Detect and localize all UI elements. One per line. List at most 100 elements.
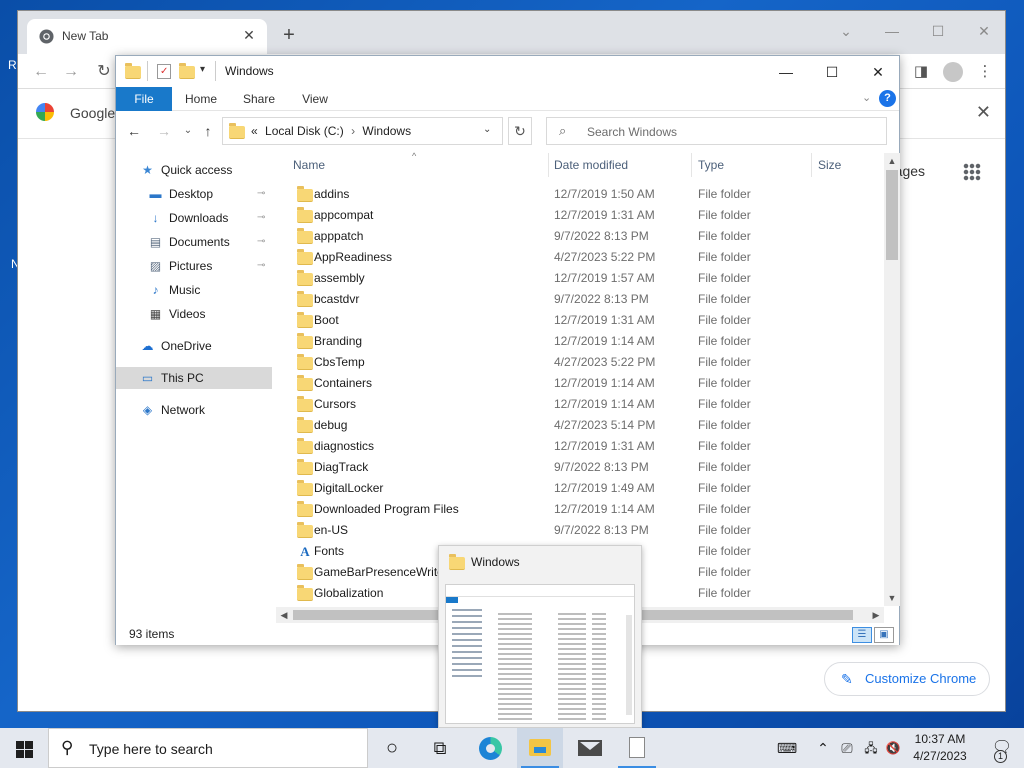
chrome-menu-icon[interactable]: ⋮ [974,61,996,83]
show-hidden-icons-chevron-icon[interactable]: ⌃ [812,728,834,768]
file-row[interactable]: DiagTrack 9/7/2022 8:13 PM File folder [276,457,876,478]
volume-muted-icon[interactable]: 🔇 [882,728,904,768]
column-divider[interactable] [548,153,549,177]
file-row[interactable]: Downloaded Program Files 12/7/2019 1:14 A… [276,499,876,520]
google-apps-grid-icon[interactable] [963,163,981,181]
column-header-size[interactable]: Size [818,158,841,172]
taskbar-thumbnail-preview[interactable]: Windows [438,545,642,728]
column-header-date[interactable]: Date modified [554,158,628,172]
scroll-up-arrow-icon[interactable]: ▲ [884,153,900,169]
scroll-down-arrow-icon[interactable]: ▼ [884,590,900,606]
taskbar-search-box[interactable]: ⚲ Type here to search [48,728,368,768]
file-row[interactable]: AppReadiness 4/27/2023 5:22 PM File folder [276,247,876,268]
tab-close-icon[interactable]: ✕ [241,27,257,43]
nav-item-pictures[interactable]: ▨ Pictures ⊸ [116,255,272,277]
ribbon-expand-chevron-icon[interactable]: ⌄ [862,91,871,104]
notepad-icon[interactable] [614,728,660,768]
column-header-type[interactable]: Type [698,158,724,172]
side-panel-icon[interactable]: ◨ [910,61,932,83]
chrome-close-button[interactable]: ✕ [961,17,1007,45]
file-row[interactable]: appcompat 12/7/2019 1:31 AM File folder [276,205,876,226]
explorer-maximize-button[interactable]: ☐ [809,58,855,86]
vertical-scrollbar[interactable]: ▲ ▼ [884,153,900,606]
chrome-minimize-button[interactable]: — [869,17,915,45]
file-row[interactable]: Boot 12/7/2019 1:31 AM File folder [276,310,876,331]
new-tab-button[interactable]: + [278,25,300,47]
file-row[interactable]: assembly 12/7/2019 1:57 AM File folder [276,268,876,289]
tab-share[interactable]: Share [236,87,282,111]
file-row[interactable]: bcastdvr 9/7/2022 8:13 PM File folder [276,289,876,310]
customize-chrome-button[interactable]: ✎ Customize Chrome [824,662,990,696]
breadcrumb-overflow[interactable]: « [251,124,258,138]
explorer-close-button[interactable]: ✕ [855,58,901,86]
tab-file[interactable]: File [116,87,172,111]
file-row[interactable]: addins 12/7/2019 1:50 AM File folder [276,184,876,205]
forward-arrow-icon[interactable]: → [60,61,82,83]
nav-item-downloads[interactable]: ↓ Downloads ⊸ [116,207,272,229]
tab-view[interactable]: View [292,87,338,111]
edge-icon[interactable] [467,728,513,768]
nav-item-desktop[interactable]: ▬ Desktop ⊸ [116,183,272,205]
forward-arrow-icon[interactable]: → [155,122,173,140]
tab-home[interactable]: Home [178,87,224,111]
file-row[interactable]: debug 4/27/2023 5:14 PM File folder [276,415,876,436]
google-label[interactable]: Google [70,105,115,121]
up-arrow-icon[interactable]: ↑ [199,122,217,140]
properties-icon[interactable]: ✓ [157,64,171,79]
file-row[interactable]: diagnostics 12/7/2019 1:31 AM File folder [276,436,876,457]
task-view-icon[interactable]: ⧉ [417,728,463,768]
nav-item-onedrive[interactable]: ☁ OneDrive [116,335,272,357]
mail-icon[interactable] [566,728,612,768]
breadcrumb-item-local-disk[interactable]: Local Disk (C:) [265,124,344,138]
nav-item-videos[interactable]: ▦ Videos [116,303,272,325]
file-row[interactable]: apppatch 9/7/2022 8:13 PM File folder [276,226,876,247]
breadcrumb-separator-icon[interactable]: › [351,124,355,138]
nav-item-music[interactable]: ♪ Music [116,279,272,301]
scroll-left-arrow-icon[interactable]: ◀ [276,607,292,623]
file-row[interactable]: Branding 12/7/2019 1:14 AM File folder [276,331,876,352]
reload-icon[interactable]: ↻ [93,61,115,83]
vertical-scroll-thumb[interactable] [886,170,898,260]
explorer-minimize-button[interactable]: — [763,58,809,86]
column-divider[interactable] [691,153,692,177]
address-bar[interactable]: « Local Disk (C:) › Windows ⌄ [222,117,503,145]
address-dropdown-chevron-icon[interactable]: ⌄ [483,124,491,135]
new-folder-icon[interactable] [179,63,195,80]
details-view-icon[interactable]: ☰ [852,627,872,643]
refresh-button[interactable]: ↻ [508,117,532,145]
help-icon[interactable]: ? [879,90,896,107]
chrome-maximize-button[interactable]: ☐ [915,17,961,45]
pin-icon[interactable]: ⊸ [257,255,265,277]
pin-icon[interactable]: ⊸ [257,231,265,253]
chrome-tab-new-tab[interactable]: New Tab ✕ [27,19,267,54]
large-icons-view-icon[interactable]: ▣ [874,627,894,643]
back-arrow-icon[interactable]: ← [125,122,143,140]
back-arrow-icon[interactable]: ← [30,61,52,83]
qat-customize-arrow-icon[interactable]: ▾ [200,64,205,75]
recent-locations-chevron-icon[interactable]: ⌄ [179,122,197,140]
file-row[interactable]: en-US 9/7/2022 8:13 PM File folder [276,520,876,541]
file-explorer-icon[interactable] [517,728,563,768]
profile-avatar-icon[interactable] [943,62,963,82]
nav-item-quick-access[interactable]: ★ Quick access [116,159,272,181]
pin-icon[interactable]: ⊸ [257,183,265,205]
column-header-name[interactable]: Name [293,158,325,172]
breadcrumb-item-windows[interactable]: Windows [362,124,411,138]
scroll-right-arrow-icon[interactable]: ▶ [868,607,884,623]
start-windows-icon[interactable] [0,728,48,768]
pin-icon[interactable]: ⊸ [257,207,265,229]
nav-item-network[interactable]: ◈ Network [116,399,272,421]
column-divider[interactable] [811,153,812,177]
cortana-icon[interactable]: ○ [369,728,415,768]
nav-item-this-pc[interactable]: ▭ This PC [116,367,272,389]
file-row[interactable]: DigitalLocker 12/7/2019 1:49 AM File folde… [276,478,876,499]
tab-search-chevron-icon[interactable]: ⌄ [823,17,869,45]
file-row[interactable]: Containers 12/7/2019 1:14 AM File folder [276,373,876,394]
thumbnail-window-image[interactable] [445,584,635,724]
network-icon[interactable]: 🖧 [860,728,882,768]
nav-item-documents[interactable]: ▤ Documents ⊸ [116,231,272,253]
touch-keyboard-icon[interactable]: ⌨ [772,728,802,768]
meet-now-icon[interactable]: ⎚ [836,728,858,768]
file-row[interactable]: Cursors 12/7/2019 1:14 AM File folder [276,394,876,415]
info-bar-close-icon[interactable]: ✕ [976,102,991,123]
